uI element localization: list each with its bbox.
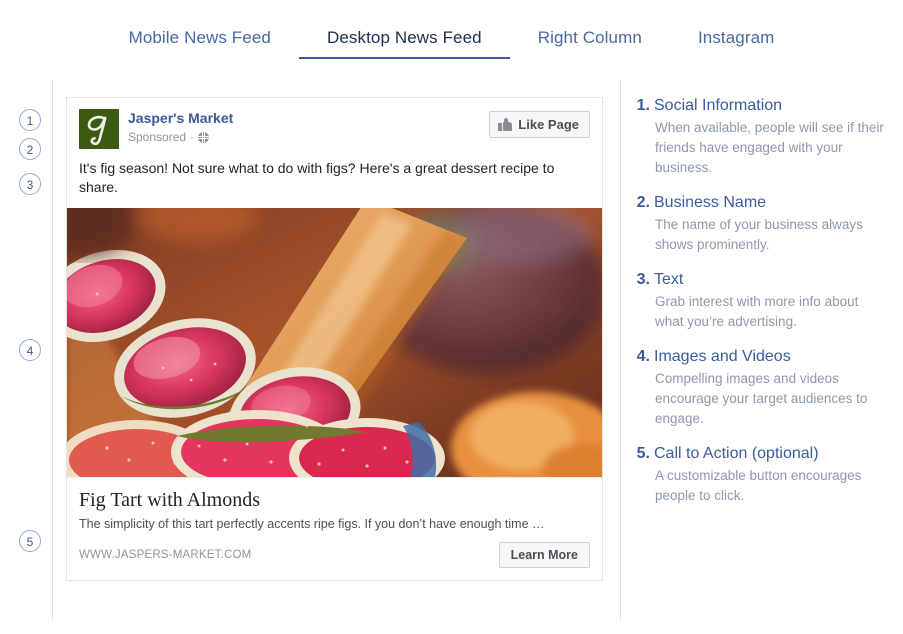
callout-number-column: 1 2 3 4 5 [0,80,52,620]
annotation-description-2: The name of your business always shows p… [655,217,863,252]
annotation-title-5: Call to Action (optional) [654,445,819,462]
preview-stage: 1 2 3 4 5 Jasper's Market Sponsored · Li… [0,80,903,634]
ad-header: Jasper's Market Sponsored · Like Page [67,98,602,149]
annotation-title-3: Text [654,271,684,288]
like-page-button[interactable]: Like Page [489,111,590,138]
tab-desktop-news-feed[interactable]: Desktop News Feed [298,0,510,59]
learn-more-button[interactable]: Learn More [498,542,590,568]
jaspers-market-logo-icon [79,109,119,149]
annotation-description-1: When available, people will see if their… [655,120,884,175]
annotation-number-1: 1. [636,97,650,114]
link-url: WWW.JASPERS-MARKET.COM [79,549,252,561]
left-divider [52,80,53,620]
ad-header-text: Jasper's Market Sponsored · [128,109,489,146]
annotation-title-1: Social Information [654,97,783,114]
link-title[interactable]: Fig Tart with Almonds [79,488,590,512]
callout-number-3: 3 [19,173,41,195]
ad-subline: Sponsored · [128,129,489,146]
link-description: The simplicity of this tart perfectly ac… [79,517,545,531]
tab-right-column[interactable]: Right Column [510,0,670,59]
annotation-description-4: Compelling images and videos encourage y… [655,371,868,426]
globe-icon [198,132,210,143]
annotation-list: 1. Social Information When available, pe… [634,95,889,520]
callout-number-4: 4 [19,339,41,361]
annotation-number-2: 2. [636,194,650,211]
annotation-item-1: 1. Social Information When available, pe… [634,95,889,178]
annotation-number-5: 5. [636,445,650,462]
annotation-title-2: Business Name [654,194,767,211]
subline-separator: · [190,130,195,144]
ad-creative-image[interactable] [67,208,602,477]
tab-instagram[interactable]: Instagram [670,0,803,59]
view-placement-tabs: Mobile News Feed Desktop News Feed Right… [0,0,903,72]
annotation-item-5: 5. Call to Action (optional) A customiza… [634,443,889,506]
annotation-description-5: A customizable button encourages people … [655,468,862,503]
annotation-description-3: Grab interest with more info about what … [655,294,859,329]
sponsored-label: Sponsored [128,130,187,144]
ad-preview-card: Jasper's Market Sponsored · Like Page It… [66,97,603,581]
tab-mobile-news-feed[interactable]: Mobile News Feed [101,0,299,59]
right-divider [620,80,621,620]
like-page-button-label: Like Page [518,117,579,132]
callout-number-2: 2 [19,138,41,160]
page-name[interactable]: Jasper's Market [128,110,489,127]
callout-number-5: 5 [19,530,41,552]
thumbs-up-icon [498,118,513,131]
annotation-title-4: Images and Videos [654,348,791,365]
annotation-item-2: 2. Business Name The name of your busine… [634,192,889,255]
annotation-item-4: 4. Images and Videos Compelling images a… [634,346,889,429]
annotation-number-3: 3. [636,271,650,288]
ad-body-text: It's fig season! Not sure what to do wit… [79,160,555,195]
avatar [79,109,119,149]
annotation-item-3: 3. Text Grab interest with more info abo… [634,269,889,332]
annotation-number-4: 4. [636,348,650,365]
link-attachment: Fig Tart with Almonds The simplicity of … [67,477,602,580]
fig-tart-photo [67,208,602,477]
callout-number-1: 1 [19,109,41,131]
link-footer: WWW.JASPERS-MARKET.COM Learn More [79,542,590,568]
